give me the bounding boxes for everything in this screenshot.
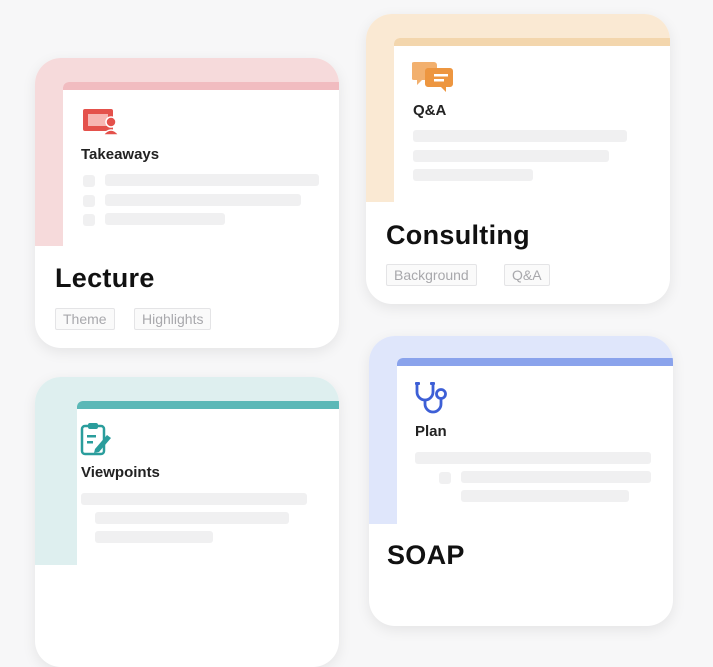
skeleton-line <box>81 493 307 505</box>
skeleton-line <box>461 471 651 483</box>
skeleton-line <box>415 452 651 464</box>
lecture-section-label: Takeaways <box>81 146 160 163</box>
clipboard-edit-icon <box>79 421 113 462</box>
viewpoints-section-label: Viewpoints <box>81 464 160 481</box>
soap-section-label: Plan <box>415 423 447 440</box>
consulting-card[interactable]: Q&A Consulting Background Q&A <box>366 14 670 304</box>
lecture-title: Lecture <box>55 263 155 293</box>
skeleton-line <box>105 194 301 206</box>
skeleton-line <box>413 169 533 181</box>
skeleton-line <box>95 531 213 543</box>
skeleton-line <box>413 130 627 142</box>
soap-title: SOAP <box>387 540 465 570</box>
skeleton-line <box>83 214 95 226</box>
skeleton-line <box>413 150 609 162</box>
skeleton-line <box>95 512 289 524</box>
skeleton-line <box>105 213 225 225</box>
tag-theme: Theme <box>55 308 115 330</box>
chat-bubbles-icon <box>411 58 456 99</box>
presentation-icon <box>81 106 121 141</box>
skeleton-line <box>105 174 319 186</box>
tag-background: Background <box>386 264 477 286</box>
stethoscope-icon <box>413 380 453 421</box>
tag-highlights: Highlights <box>134 308 212 330</box>
lecture-card[interactable]: Takeaways Lecture Theme Highlights <box>35 58 339 348</box>
viewpoints-card[interactable]: Viewpoints <box>35 377 339 667</box>
skeleton-line <box>461 490 629 502</box>
consulting-title: Consulting <box>386 220 530 250</box>
tag-qa: Q&A <box>504 264 550 286</box>
consulting-section-label: Q&A <box>413 102 447 119</box>
skeleton-line <box>83 175 95 187</box>
skeleton-line <box>83 195 95 207</box>
skeleton-line <box>439 472 451 484</box>
soap-card[interactable]: Plan SOAP <box>369 336 673 626</box>
